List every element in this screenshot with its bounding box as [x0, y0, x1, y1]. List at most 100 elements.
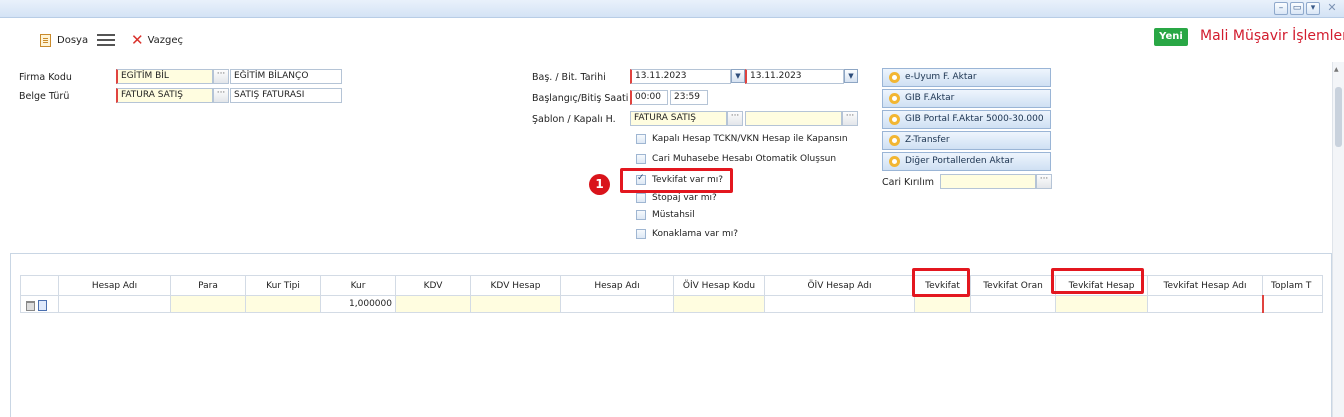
col-kdv-hesap[interactable]: KDV Hesap: [470, 275, 561, 296]
belge-turu-lookup-button[interactable]: ···: [213, 88, 229, 103]
gib-portal-aktar-button[interactable]: GIB Portal F.Aktar 5000-30.000: [882, 110, 1051, 129]
refresh-icon: [889, 114, 900, 125]
firma-kodu-lookup-button[interactable]: ···: [213, 69, 229, 84]
checkbox-mustahsil[interactable]: Müstahsil: [636, 210, 695, 220]
vazgec-button[interactable]: ✕ Vazgeç: [131, 32, 183, 48]
menu-button[interactable]: [97, 32, 115, 48]
dosya-button[interactable]: Dosya: [40, 32, 88, 48]
refresh-icon: [889, 156, 900, 167]
col-hesap-adi-2[interactable]: Hesap Adı: [560, 275, 674, 296]
checkbox-stopaj[interactable]: Stopaj var mı?: [636, 193, 717, 203]
col-para[interactable]: Para: [170, 275, 246, 296]
col-kur[interactable]: Kur: [320, 275, 396, 296]
scroll-up-arrow-icon[interactable]: ▲: [1334, 66, 1339, 73]
refresh-icon: [889, 93, 900, 104]
kapali-hesap-input[interactable]: [745, 111, 842, 126]
cell-hesap-adi-2[interactable]: [560, 295, 674, 313]
z-transfer-button[interactable]: Z-Transfer: [882, 131, 1051, 150]
checkbox-label: Konaklama var mı?: [652, 229, 738, 239]
belge-turu-label: Belge Türü: [19, 91, 70, 102]
document-edit-icon[interactable]: [38, 299, 47, 311]
cari-kirilim-lookup-button[interactable]: ···: [1036, 174, 1052, 189]
row-actions-cell: [20, 295, 59, 313]
firma-adi-field: EĞİTİM BİLANÇO: [230, 69, 342, 84]
tevkifat-column-highlight: [912, 268, 970, 297]
trash-icon[interactable]: [26, 300, 35, 311]
checkbox-konaklama[interactable]: Konaklama var mı?: [636, 229, 738, 239]
checkbox-box[interactable]: [636, 154, 646, 164]
cell-kur[interactable]: 1,000000: [320, 295, 396, 313]
vertical-scrollbar[interactable]: [1332, 62, 1344, 417]
step-badge: 1: [589, 174, 610, 195]
vazgec-label: Vazgeç: [147, 34, 184, 46]
sablon-lookup-button[interactable]: ···: [727, 111, 743, 126]
sablon-input[interactable]: FATURA SATIŞ: [630, 111, 727, 126]
col-hesap-adi[interactable]: Hesap Adı: [58, 275, 171, 296]
checkbox-cari-muhasebe[interactable]: Cari Muhasebe Hesabı Otomatik Oluşsun: [636, 154, 836, 164]
cell-kur-tipi[interactable]: [245, 295, 321, 313]
action-label: GIB Portal F.Aktar 5000-30.000: [905, 114, 1044, 124]
gib-aktar-button[interactable]: GIB F.Aktar: [882, 89, 1051, 108]
bit-saati-input[interactable]: 23:59: [670, 90, 708, 105]
col-tevkifat-hesap-adi[interactable]: Tevkifat Hesap Adı: [1147, 275, 1263, 296]
col-actions: [20, 275, 59, 296]
close-button[interactable]: ✕: [1325, 2, 1339, 15]
toolbar: Dosya ✕ Vazgeç Yeni Mali Müşavir İşlemle…: [0, 18, 1344, 60]
belge-adi-field: SATIŞ FATURASI: [230, 88, 342, 103]
tevkifat-hesap-column-highlight: [1051, 268, 1144, 294]
action-label: Diğer Portallerden Aktar: [905, 156, 1014, 166]
hamburger-icon: [97, 34, 115, 46]
window-titlebar: – ▭ ▾ ✕: [0, 0, 1344, 18]
cell-tevkifat-hesap-adi[interactable]: [1147, 295, 1263, 313]
refresh-icon: [889, 72, 900, 83]
col-oiv-hesap-kodu[interactable]: ÖİV Hesap Kodu: [673, 275, 765, 296]
diger-portaller-aktar-button[interactable]: Diğer Portallerden Aktar: [882, 152, 1051, 171]
cell-tevkifat-hesap[interactable]: [1055, 295, 1148, 313]
scrollbar-thumb[interactable]: [1335, 87, 1342, 147]
col-kdv[interactable]: KDV: [395, 275, 471, 296]
action-label: e-Uyum F. Aktar: [905, 72, 977, 82]
cell-oiv-hesap-adi[interactable]: [764, 295, 915, 313]
cell-tevkifat[interactable]: [914, 295, 971, 313]
bas-saati-input[interactable]: 00:00: [630, 90, 668, 105]
checkbox-kapali-hesap-tckn[interactable]: Kapalı Hesap TCKN/VKN Hesap ile Kapansın: [636, 134, 848, 144]
cell-tevkifat-oran[interactable]: [970, 295, 1056, 313]
cancel-x-icon: ✕: [131, 31, 144, 49]
refresh-icon: [889, 135, 900, 146]
dosya-label: Dosya: [57, 34, 89, 46]
checkbox-box[interactable]: [636, 134, 646, 144]
checkbox-box[interactable]: [636, 229, 646, 239]
e-uyum-aktar-button[interactable]: e-Uyum F. Aktar: [882, 68, 1051, 87]
cell-toplam[interactable]: [1261, 295, 1323, 313]
checkbox-label: Cari Muhasebe Hesabı Otomatik Oluşsun: [652, 154, 837, 164]
checkbox-label: Stopaj var mı?: [652, 193, 717, 203]
bas-bit-tarihi-label: Baş. / Bit. Tarihi: [532, 72, 606, 83]
kapali-hesap-lookup-button[interactable]: ···: [842, 111, 858, 126]
bas-bit-saati-label: Başlangıç/Bitiş Saati: [532, 93, 629, 104]
col-tevkifat-oran[interactable]: Tevkifat Oran: [970, 275, 1056, 296]
bit-tarihi-dropdown-icon[interactable]: ▼: [844, 69, 858, 83]
cari-kirilim-input[interactable]: [940, 174, 1036, 189]
cell-para[interactable]: [170, 295, 246, 313]
col-toplam[interactable]: Toplam T: [1262, 275, 1323, 296]
bas-tarihi-dropdown-icon[interactable]: ▼: [731, 69, 745, 83]
belge-turu-input[interactable]: FATURA SATIŞ: [116, 88, 213, 103]
cell-kdv[interactable]: [395, 295, 471, 313]
firma-kodu-input[interactable]: EGİTİM BİL: [116, 69, 213, 84]
checkbox-box[interactable]: [636, 193, 646, 203]
document-icon: [40, 33, 51, 47]
restore-button[interactable]: ▭: [1290, 2, 1304, 15]
cell-oiv-hesap-kodu[interactable]: [673, 295, 765, 313]
cell-kdv-hesap[interactable]: [470, 295, 561, 313]
checkbox-box[interactable]: [636, 210, 646, 220]
bit-tarihi-input[interactable]: 13.11.2023: [745, 69, 844, 84]
table-row: 1,000000: [20, 295, 1323, 313]
cell-hesap-adi[interactable]: [58, 295, 171, 313]
menu-down-button[interactable]: ▾: [1306, 2, 1320, 15]
minimize-button[interactable]: –: [1274, 2, 1288, 15]
new-button[interactable]: Yeni: [1154, 28, 1188, 46]
col-kur-tipi[interactable]: Kur Tipi: [245, 275, 321, 296]
bas-tarihi-input[interactable]: 13.11.2023: [630, 69, 731, 84]
col-oiv-hesap-adi[interactable]: ÖİV Hesap Adı: [764, 275, 915, 296]
action-label: Z-Transfer: [905, 135, 950, 145]
